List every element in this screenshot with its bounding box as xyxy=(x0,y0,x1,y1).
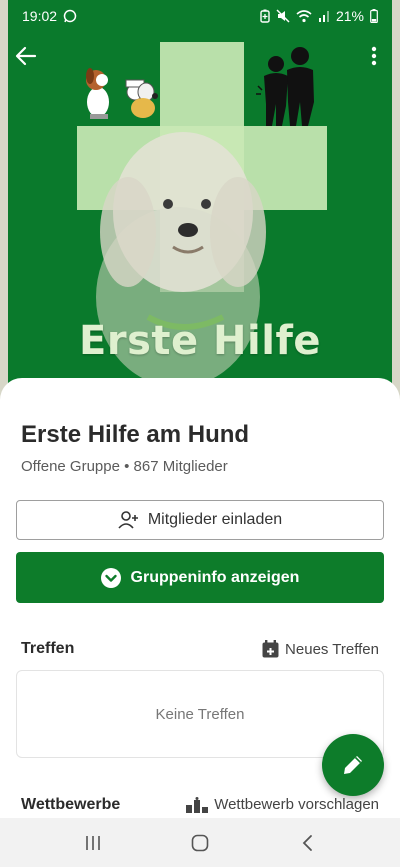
recent-apps-icon xyxy=(86,835,101,850)
compose-post-button[interactable] xyxy=(322,734,384,796)
home-button[interactable] xyxy=(180,823,220,863)
system-navigation-bar xyxy=(0,818,400,867)
signal-icon xyxy=(318,10,330,22)
cartoon-dogs-illustration xyxy=(86,68,158,119)
group-info-label: Gruppeninfo anzeigen xyxy=(130,568,300,586)
battery-saver-icon xyxy=(260,9,270,23)
home-icon xyxy=(191,834,209,851)
invite-members-label: Mitglieder einladen xyxy=(147,511,283,528)
calendar-add-icon xyxy=(262,640,279,658)
new-meeting-label: Neues Treffen xyxy=(285,640,379,658)
chevron-left-icon xyxy=(302,834,312,851)
group-name: Erste Hilfe am Hund xyxy=(21,421,250,448)
pencil-icon xyxy=(344,756,362,774)
battery-icon xyxy=(370,9,378,23)
group-cover-image: Erste Hilfe xyxy=(0,0,400,400)
status-bar: 19:02 21% xyxy=(0,0,400,32)
meetings-title: Treffen xyxy=(21,640,75,657)
invite-members-button[interactable]: Mitglieder einladen xyxy=(16,500,384,540)
suggest-contest-label: Wettbewerb vorschlagen xyxy=(214,796,379,813)
suggest-contest-button[interactable]: Wettbewerb vorschlagen xyxy=(186,796,379,813)
recent-apps-button[interactable] xyxy=(73,823,113,863)
people-silhouettes-illustration xyxy=(256,47,314,126)
contests-title: Wettbewerbe xyxy=(21,796,121,813)
battery-percentage: 21% xyxy=(335,8,364,24)
new-meeting-button[interactable]: Neues Treffen xyxy=(262,640,379,658)
more-options-button[interactable] xyxy=(360,40,388,72)
group-info-button[interactable]: Gruppeninfo anzeigen xyxy=(16,552,384,603)
mute-icon xyxy=(276,9,290,23)
system-back-button[interactable] xyxy=(287,823,327,863)
meetings-empty-text: Keine Treffen xyxy=(155,705,245,723)
chevron-down-circle-icon xyxy=(100,567,121,588)
group-meta: Offene Gruppe • 867 Mitglieder xyxy=(21,458,228,475)
podium-icon xyxy=(186,796,209,813)
back-button[interactable] xyxy=(10,40,42,72)
arrow-left-icon xyxy=(15,46,37,66)
cover-title: Erste Hilfe xyxy=(79,318,321,364)
status-time: 19:02 xyxy=(22,8,58,24)
whatsapp-icon xyxy=(63,9,77,23)
wifi-icon xyxy=(296,9,312,23)
add-person-icon xyxy=(118,511,138,529)
more-vertical-icon xyxy=(371,46,377,66)
